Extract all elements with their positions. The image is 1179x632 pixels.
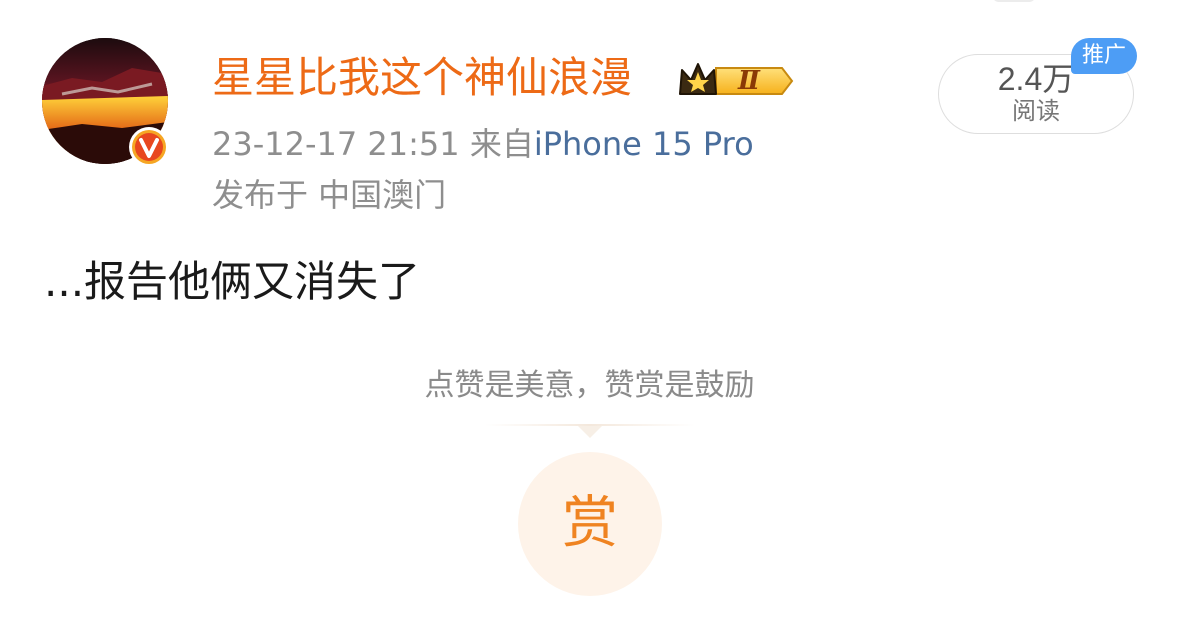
read-label: 阅读: [1012, 97, 1060, 125]
reward-divider: [485, 424, 695, 440]
post-location: 发布于 中国澳门: [212, 176, 447, 214]
vip-crown-icon[interactable]: Ⅱ: [676, 58, 796, 104]
vip-level-label: Ⅱ: [738, 66, 760, 96]
post-timestamp: 23-12-17 21:51: [212, 125, 460, 163]
username[interactable]: 星星比我这个神仙浪漫: [212, 50, 632, 106]
reward-caption: 点赞是美意，赞赏是鼓励: [424, 368, 755, 403]
top-scroll-hint: [992, 0, 1036, 2]
device-source-link[interactable]: iPhone 15 Pro: [534, 125, 754, 163]
post-meta: 23-12-17 21:51 来自iPhone 15 Pro: [212, 122, 754, 166]
post-body-text: ...报告他俩又消失了: [44, 257, 421, 306]
verified-v-icon: [128, 126, 170, 168]
source-prefix: 来自: [469, 125, 534, 163]
reward-button[interactable]: 赏: [518, 452, 662, 596]
promo-badge[interactable]: 推广: [1071, 38, 1137, 74]
